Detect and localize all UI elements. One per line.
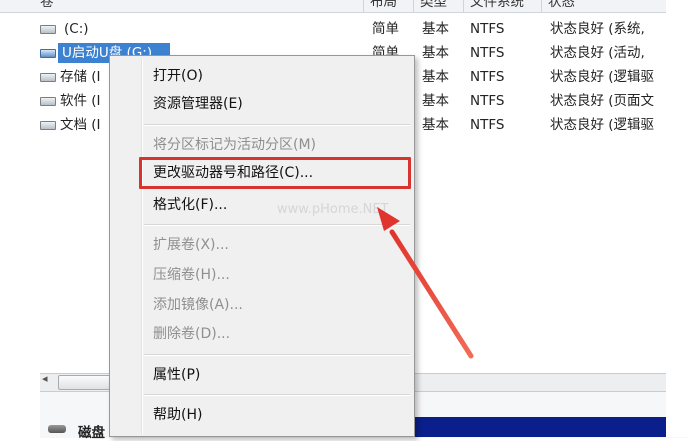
red-arrow-icon	[377, 207, 474, 359]
